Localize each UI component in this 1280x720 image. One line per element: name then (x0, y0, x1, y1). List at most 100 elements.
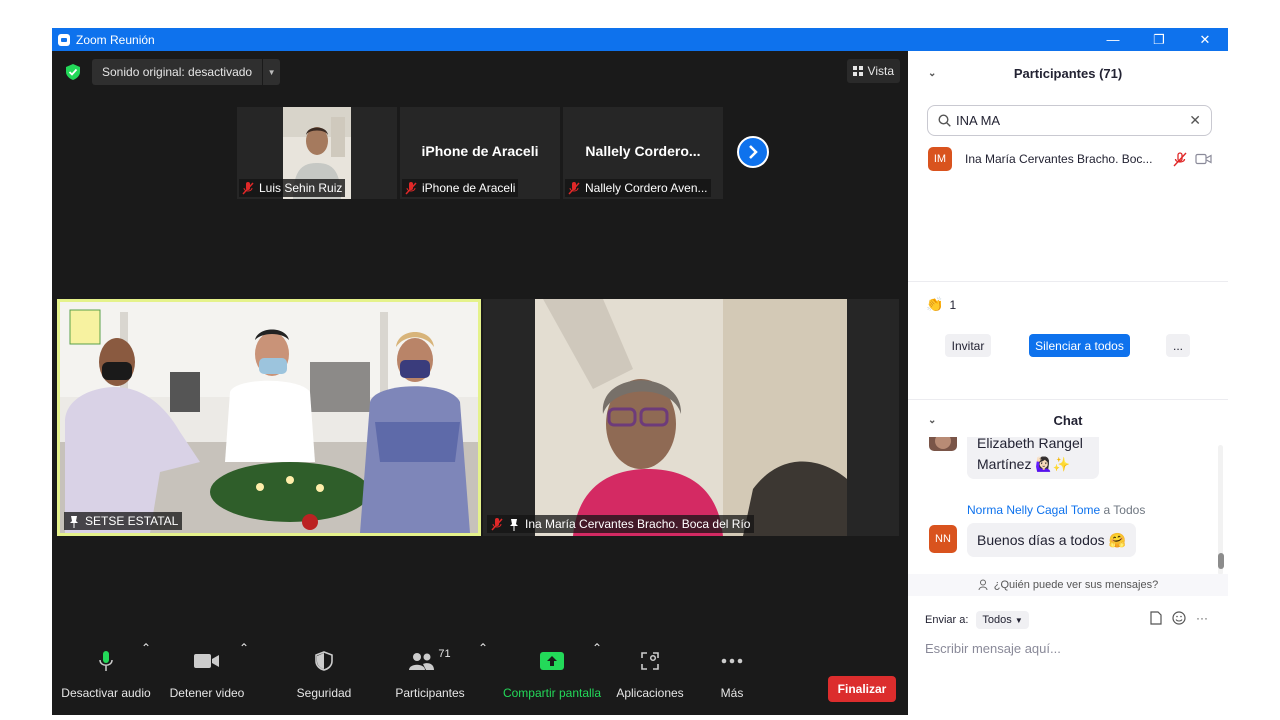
meeting-toolbar: Desactivar audio ⌃ Detener video ⌃ Segur… (52, 641, 908, 715)
participants-button[interactable]: 71 Participantes (390, 641, 470, 711)
user-icon (978, 579, 988, 591)
more-dots-icon (721, 658, 743, 664)
chevron-up-icon[interactable]: ⌃ (141, 641, 151, 711)
chat-header: ⌄ Chat (908, 405, 1228, 435)
participant-display-name: Nallely Cordero... (585, 143, 701, 159)
more-options-button[interactable]: ... (1166, 334, 1190, 357)
participant-list-item[interactable]: IM Ina María Cervantes Bracho. Boc... (928, 147, 1218, 171)
chevron-down-icon[interactable]: ▼ (262, 59, 280, 85)
chat-scrollbar-thumb[interactable] (1218, 553, 1224, 569)
participants-label: Participantes (395, 686, 465, 700)
close-button[interactable]: ✕ (1182, 28, 1228, 51)
avatar: IM (928, 147, 952, 171)
apps-button[interactable]: Aplicaciones (614, 641, 686, 711)
search-value: INA MA (956, 113, 1001, 128)
chat-sender: Norma Nelly Cagal Tome a Todos (967, 503, 1145, 517)
participant-name: iPhone de Araceli (422, 181, 516, 195)
chevron-up-icon[interactable]: ⌃ (239, 641, 249, 711)
grid-icon (852, 66, 863, 76)
security-shield-icon[interactable] (66, 64, 80, 80)
participant-thumbnail[interactable]: Nallely Cordero... Nallely Cordero Aven.… (563, 107, 723, 199)
avatar: NN (929, 525, 957, 553)
more-button[interactable]: Más (710, 641, 754, 711)
chevron-up-icon[interactable]: ⌃ (478, 641, 488, 711)
clear-search-icon[interactable]: ✕ (1189, 112, 1201, 129)
mute-all-button[interactable]: Silenciar a todos (1029, 334, 1130, 357)
apps-icon (641, 652, 659, 670)
clap-icon: 👏 (926, 296, 944, 312)
participants-icon (409, 653, 435, 670)
mute-audio-button[interactable]: Desactivar audio (60, 641, 152, 711)
video-camera-icon[interactable] (1195, 153, 1212, 165)
reaction-count: 1 (949, 297, 957, 312)
microphone-icon (99, 651, 113, 671)
stop-video-button[interactable]: Detener video (164, 641, 250, 711)
invite-button[interactable]: Invitar (945, 334, 991, 357)
minimize-button[interactable]: — (1090, 28, 1136, 51)
who-can-see-label: ¿Quién puede ver sus mensajes? (993, 579, 1159, 591)
participant-thumbnail[interactable]: Luis Sehin Ruiz (237, 107, 397, 199)
chevron-down-icon[interactable]: ⌄ (928, 415, 936, 426)
pin-icon (510, 518, 518, 531)
chat-message-input[interactable]: Escribir mensaje aquí... (925, 641, 1061, 656)
participant-name: SETSE ESTATAL (85, 514, 179, 528)
emoji-icon[interactable] (1172, 611, 1186, 625)
participant-display-name: iPhone de Araceli (421, 143, 539, 159)
participants-count-badge: 71 (438, 648, 451, 660)
video-tile[interactable]: Ina María Cervantes Bracho. Boca del Río (483, 299, 899, 536)
participant-name: Nallely Cordero Aven... (585, 181, 708, 195)
zoom-logo-icon (58, 33, 70, 46)
pin-icon (70, 515, 78, 528)
end-meeting-button[interactable]: Finalizar (828, 676, 896, 702)
original-sound-label: Sonido original: desactivado (102, 65, 253, 79)
security-button[interactable]: Seguridad (288, 641, 360, 711)
muted-mic-icon (242, 181, 254, 195)
share-screen-icon (540, 652, 564, 670)
chevron-down-icon: ▼ (1014, 616, 1023, 625)
apps-label: Aplicaciones (616, 686, 684, 700)
participant-video (483, 299, 899, 536)
chat-recipient: a Todos (1103, 503, 1146, 517)
divider (908, 281, 1228, 282)
search-icon (938, 114, 951, 127)
send-to-label: Enviar a: (925, 614, 969, 626)
chevron-down-icon[interactable]: ⌄ (928, 68, 936, 79)
chat-message-text: Elizabeth Rangel (977, 437, 1083, 451)
recipient-select[interactable]: Todos ▼ (976, 611, 1029, 629)
participant-thumbnail[interactable]: iPhone de Araceli iPhone de Araceli (400, 107, 560, 199)
original-sound-toggle[interactable]: Sonido original: desactivado ▼ (92, 59, 281, 85)
chat-sender-name[interactable]: Norma Nelly Cagal Tome (967, 503, 1100, 517)
reaction-summary: 👏 1 (926, 296, 956, 313)
chat-message-bubble: Elizabeth Rangel Martínez 🙋🏻‍♀️✨ (967, 437, 1099, 479)
participant-search-input[interactable]: INA MA ✕ (927, 105, 1212, 136)
next-page-button[interactable] (737, 136, 769, 168)
participant-name: Ina María Cervantes Bracho. Boca del Río (525, 517, 751, 531)
more-options-icon[interactable]: ··· (1196, 611, 1208, 625)
chat-message-text: Martínez 🙋🏻‍♀️✨ (977, 456, 1071, 472)
share-screen-button[interactable]: Compartir pantalla (500, 641, 604, 711)
recipient-value: Todos (982, 614, 1012, 626)
share-screen-label: Compartir pantalla (502, 686, 602, 700)
video-camera-icon (194, 654, 219, 668)
muted-mic-icon[interactable] (1173, 151, 1187, 167)
title-bar: Zoom Reunión — ❐ ✕ (52, 28, 1228, 51)
who-can-see-messages[interactable]: ¿Quién puede ver sus mensajes? (908, 574, 1228, 596)
participants-header: ⌄ Participantes (71) (908, 51, 1228, 95)
window-title: Zoom Reunión (76, 32, 155, 47)
divider (908, 399, 1228, 400)
muted-mic-icon (491, 517, 503, 531)
restore-button[interactable]: ❐ (1136, 28, 1182, 51)
send-to-row: Enviar a: Todos ▼ (925, 611, 1029, 629)
chevron-up-icon[interactable]: ⌃ (592, 641, 602, 711)
muted-mic-icon (405, 181, 417, 195)
participant-name-tag: Ina María Cervantes Bracho. Boca del Río (487, 515, 755, 533)
view-button[interactable]: Vista (846, 59, 900, 83)
chat-messages: Elizabeth Rangel Martínez 🙋🏻‍♀️✨ Norma N… (908, 437, 1228, 573)
chat-message-text: Buenos días a todos 🤗 (977, 532, 1126, 548)
stop-video-label: Detener video (169, 686, 245, 700)
muted-mic-icon (568, 181, 580, 195)
video-tile-active-speaker[interactable]: SETSE ESTATAL (57, 299, 481, 536)
participant-name-tag: SETSE ESTATAL (64, 512, 183, 530)
participant-video (60, 302, 478, 533)
file-icon[interactable] (1150, 611, 1162, 625)
